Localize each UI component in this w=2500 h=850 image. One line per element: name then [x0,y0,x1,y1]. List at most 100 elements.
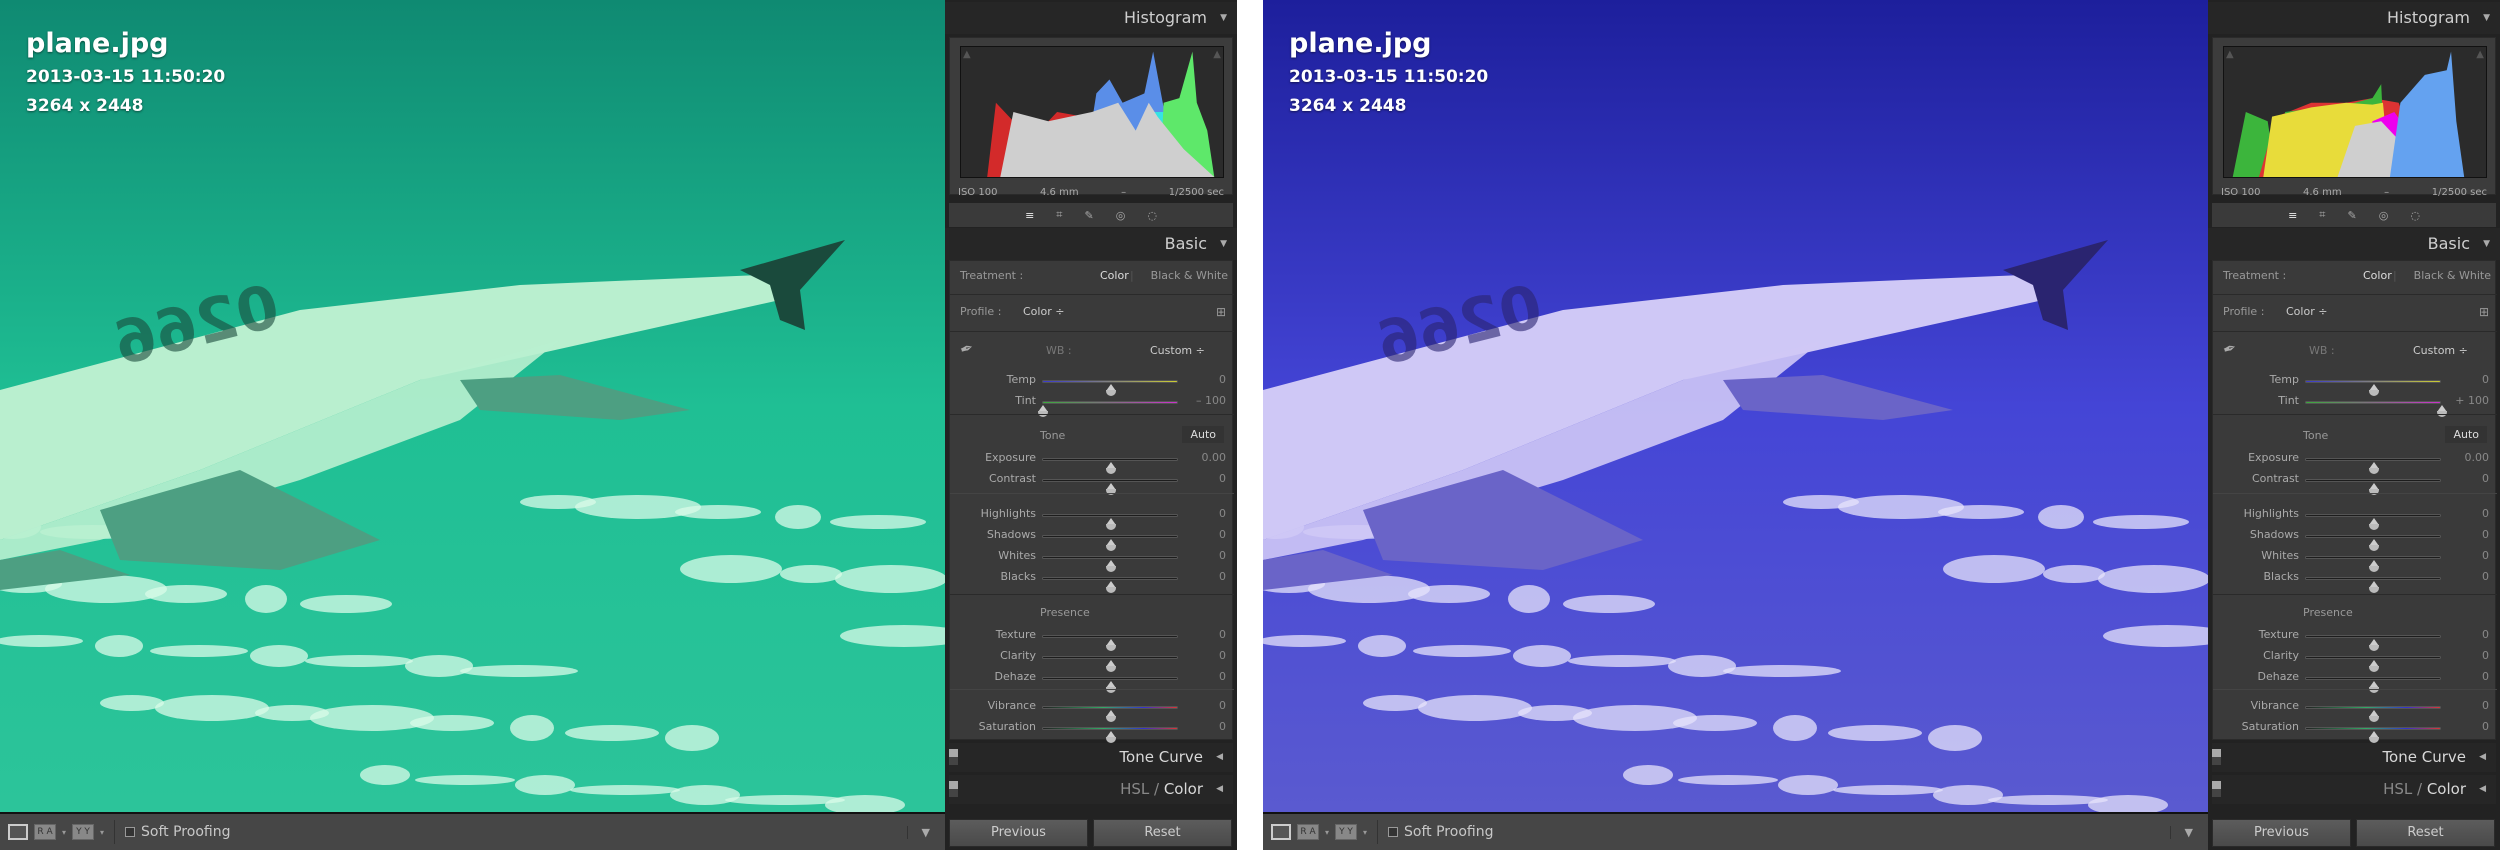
temp-value[interactable]: 0 [1219,373,1226,386]
profile-browser-grid-icon[interactable]: ⊞ [1216,305,1226,319]
vibrance-track[interactable] [1042,706,1178,722]
panel-toggle-switch[interactable] [2212,781,2221,797]
profile-dropdown[interactable]: Color ÷ [2286,305,2327,318]
clarity-value[interactable]: 0 [2482,649,2489,662]
collapse-arrow-icon[interactable]: ▼ [1220,2,1227,34]
dehaze-thumb[interactable] [1106,681,1116,693]
basic-header[interactable]: Basic ▼ [2208,228,2500,260]
blacks-value[interactable]: 0 [1219,570,1226,583]
texture-thumb[interactable] [1106,639,1116,651]
treatment-bw-option[interactable]: Black & White [1151,269,1228,282]
whites-thumb[interactable] [2369,560,2379,572]
shadows-track[interactable] [2305,535,2441,551]
temp-value[interactable]: 0 [2482,373,2489,386]
profile-browser-grid-icon[interactable]: ⊞ [2479,305,2489,319]
highlights-thumb[interactable] [1106,518,1116,530]
panel-toggle-switch[interactable] [949,781,958,797]
histogram-header[interactable]: Histogram ▼ [945,2,1237,34]
collapse-arrow-icon[interactable]: ▼ [2483,2,2490,34]
contrast-thumb[interactable] [2369,483,2379,495]
treatment-color-option[interactable]: Color [1100,269,1129,282]
red-eye-icon[interactable]: ◎ [1116,209,1126,222]
previous-button[interactable]: Previous [2212,819,2351,847]
clarity-thumb[interactable] [1106,660,1116,672]
expand-arrow-icon[interactable]: ◀ [2479,775,2486,804]
contrast-value[interactable]: 0 [1219,472,1226,485]
histogram-chart[interactable]: ▲ ▲ [960,46,1224,178]
soft-proofing-checkbox[interactable] [125,827,136,837]
saturation-track[interactable] [1042,727,1178,743]
healing-icon[interactable]: ✎ [1084,209,1093,222]
masking-icon[interactable]: ◌ [2410,209,2420,222]
vibrance-value[interactable]: 0 [2482,699,2489,712]
exposure-track[interactable] [2305,458,2441,474]
profile-dropdown[interactable]: Color ÷ [1023,305,1064,318]
edit-sliders-icon[interactable]: ≡ [1025,209,1034,222]
dehaze-thumb[interactable] [2369,681,2379,693]
hsl-color-panel-header[interactable]: HSL / Color ◀ [949,775,1233,804]
saturation-thumb[interactable] [1106,731,1116,743]
exposure-thumb[interactable] [1106,462,1116,474]
histogram-header[interactable]: Histogram ▼ [2208,2,2500,34]
clarity-track[interactable] [1042,656,1178,672]
shadows-value[interactable]: 0 [2482,528,2489,541]
white-balance-eyedropper-icon[interactable]: ✒ [2220,337,2239,359]
exposure-track[interactable] [1042,458,1178,474]
previous-button[interactable]: Previous [949,819,1088,847]
hsl-tab[interactable]: HSL / [2383,780,2422,798]
shadows-thumb[interactable] [1106,539,1116,551]
tone-curve-panel-header[interactable]: Tone Curve ◀ [2212,743,2496,772]
whites-track[interactable] [2305,556,2441,572]
chevron-down-icon[interactable]: ▾ [62,828,66,837]
contrast-track[interactable] [1042,479,1178,495]
before-after-split-button[interactable]: Y Y [1335,824,1358,840]
shadow-clipping-icon[interactable]: ▲ [963,49,971,60]
dehaze-value[interactable]: 0 [2482,670,2489,683]
auto-tone-button[interactable]: Auto [2445,426,2487,443]
crop-icon[interactable]: ⌗ [2319,208,2325,222]
color-tab[interactable]: Color [1164,780,1203,798]
before-after-view-button[interactable]: R A [1297,824,1319,840]
clarity-value[interactable]: 0 [1219,649,1226,662]
contrast-thumb[interactable] [1106,483,1116,495]
blacks-thumb[interactable] [1106,581,1116,593]
chevron-down-icon[interactable]: ▾ [1325,828,1329,837]
shadows-value[interactable]: 0 [1219,528,1226,541]
red-eye-icon[interactable]: ◎ [2379,209,2389,222]
dehaze-track[interactable] [1042,677,1178,693]
saturation-thumb[interactable] [2369,731,2379,743]
basic-header[interactable]: Basic ▼ [945,228,1237,260]
vibrance-track[interactable] [2305,706,2441,722]
blacks-thumb[interactable] [2369,581,2379,593]
highlights-track[interactable] [2305,514,2441,530]
tint-thumb[interactable] [2437,405,2447,417]
saturation-value[interactable]: 0 [1219,720,1226,733]
tint-value[interactable]: + 100 [2455,394,2489,407]
tint-value[interactable]: – 100 [1196,394,1226,407]
collapse-arrow-icon[interactable]: ▼ [1220,228,1227,260]
wb-dropdown[interactable]: Custom ÷ [2413,344,2468,357]
tone-curve-panel-header[interactable]: Tone Curve ◀ [949,743,1233,772]
expand-arrow-icon[interactable]: ◀ [2479,743,2486,772]
saturation-track[interactable] [2305,727,2441,743]
tint-track[interactable] [1038,401,1178,417]
toolbar-menu-icon[interactable]: ▼ [2169,825,2193,839]
dehaze-value[interactable]: 0 [1219,670,1226,683]
temp-thumb[interactable] [2369,384,2379,396]
shadow-clipping-icon[interactable]: ▲ [2226,49,2234,60]
wb-dropdown[interactable]: Custom ÷ [1150,344,1205,357]
exposure-thumb[interactable] [2369,462,2379,474]
expand-arrow-icon[interactable]: ◀ [1216,743,1223,772]
photo-preview[interactable]: 0266 plane.jpg 2013-03-15 11:50:20 3264 … [0,0,945,812]
blacks-track[interactable] [1042,577,1178,593]
contrast-value[interactable]: 0 [2482,472,2489,485]
tint-track[interactable] [2305,401,2447,417]
photo-preview[interactable]: 0266 plane.jpg 2013-03-15 11:50:20 3264 … [1263,0,2208,812]
whites-value[interactable]: 0 [2482,549,2489,562]
vibrance-thumb[interactable] [2369,710,2379,722]
highlight-clipping-icon[interactable]: ▲ [1213,49,1221,60]
hsl-tab[interactable]: HSL / [1120,780,1159,798]
saturation-value[interactable]: 0 [2482,720,2489,733]
highlights-track[interactable] [1042,514,1178,530]
treatment-color-option[interactable]: Color [2363,269,2392,282]
